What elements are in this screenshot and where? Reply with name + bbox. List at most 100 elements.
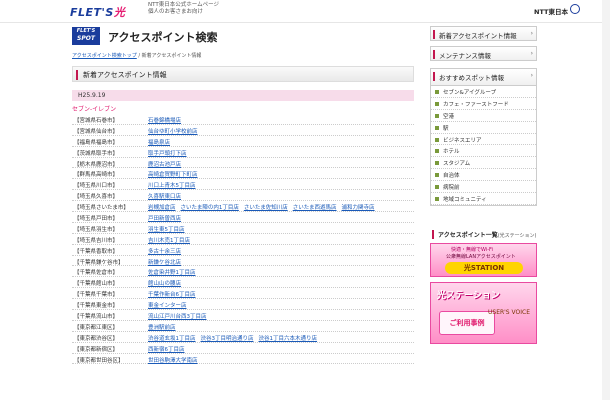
store-link[interactable]: 岩槻加倉店 (148, 205, 176, 211)
ntt-logo-icon (570, 4, 580, 14)
store-link[interactable]: 取手戸頭打下店 (148, 151, 187, 157)
flets-logo[interactable]: FLET'S光 (70, 4, 125, 20)
store-link[interactable]: さいたま佐知川店 (244, 205, 288, 211)
area-label: 【東京都新宿区】 (74, 346, 119, 353)
store-link[interactable]: 高崎倉賀野町下町店 (148, 172, 198, 178)
table-row: 【宮城県石巻市】 石巻錦橋場店 (72, 114, 414, 125)
store-link[interactable]: 川口上青木5丁目店 (148, 183, 196, 189)
sidebar-new-info[interactable]: 新着アクセスポイント情報 › (430, 26, 537, 41)
square-bullet-icon (435, 125, 439, 130)
store-link[interactable]: 西新宿6丁目店 (148, 347, 185, 353)
store-link[interactable]: 仙台ゆ町小学校前店 (148, 129, 198, 135)
store-link[interactable]: 東金インター店 (148, 303, 187, 309)
spot-item[interactable]: カフェ・ファーストフード (431, 98, 536, 110)
spot-item[interactable]: ビジネスエリア (431, 134, 536, 146)
table-row: 【埼玉県羽生市】 羽生東5丁目店 (72, 223, 414, 234)
area-label: 【千葉県佐倉市】 (74, 270, 119, 277)
spot-item-label: ホテル (443, 149, 460, 156)
breadcrumb: アクセスポイント検索トップ / 新着アクセスポイント情報 (72, 53, 202, 59)
spot-item[interactable]: 自治体 (431, 169, 536, 182)
scrollbar[interactable] (602, 0, 610, 400)
store-link[interactable]: 流山江戸川台西3丁目店 (148, 314, 207, 320)
store-link[interactable]: 世田谷駒澤大学南店 (148, 358, 198, 364)
breadcrumb-link-top[interactable]: アクセスポイント検索トップ (72, 53, 137, 59)
area-label: 【千葉県流山市】 (74, 314, 119, 321)
store-links: 川口上青木5丁目店 (148, 181, 201, 189)
store-link[interactable]: さいたま陣の内1丁目店 (181, 205, 239, 211)
square-bullet-icon (435, 161, 439, 166)
store-links: 館山山の腰店 (148, 279, 186, 287)
store-link[interactable]: 渋谷道玄坂1丁目店 (148, 336, 196, 342)
spot-item-label: 地域コミュニティ (443, 197, 487, 204)
table-row: 【東京都新宿区】 西新宿6丁目店 (72, 343, 414, 354)
store-links: 羽生東5丁目店 (148, 225, 190, 233)
area-label: 【東京都世田谷区】 (74, 357, 124, 364)
store-link[interactable]: 新鎌ケ谷北店 (148, 260, 181, 266)
table-row: 【千葉県佐倉市】 佐倉染井野1丁目店 (72, 266, 414, 278)
store-links: 流山江戸川台西3丁目店 (148, 312, 212, 320)
table-row: 【埼玉県久喜市】 久喜駅東口店 (72, 190, 414, 202)
chain-label: セブン-イレブン (72, 106, 117, 113)
flets-spot-logo: FLET'S SPOT (72, 27, 100, 45)
store-link[interactable]: 佐倉染井野1丁目店 (148, 270, 196, 276)
header-caption: NTT東日本公式ホームページ 個人のお客さまお向け (148, 2, 219, 15)
square-bullet-icon (435, 173, 439, 178)
store-link[interactable]: 久喜駅東口店 (148, 194, 181, 200)
spot-item-label: カフェ・ファーストフード (443, 101, 509, 108)
area-label: 【千葉県香取市】 (74, 248, 119, 255)
spot-item[interactable]: スタジアム (431, 157, 536, 170)
store-link[interactable]: 鹿沼古池戸店 (148, 162, 181, 168)
table-row: 【栃木県鹿沼市】 鹿沼古池戸店 (72, 158, 414, 169)
page-title: アクセスポイント検索 (108, 31, 218, 44)
sidebar-maintenance[interactable]: メンテナンス情報 › (430, 46, 537, 61)
store-link[interactable]: 浦和力関寺店 (342, 205, 375, 211)
store-link[interactable]: 羽生東5丁目店 (148, 227, 185, 233)
table-row: 【千葉県香取市】 多古十余三店 (72, 245, 414, 256)
top-header: FLET'S光 NTT東日本公式ホームページ 個人のお客さまお向け NTT東日本 (0, 0, 610, 23)
spot-item[interactable]: セブン&アイグループ (431, 86, 536, 98)
spot-item[interactable]: ホテル (431, 145, 536, 158)
store-link[interactable]: 館山山の腰店 (148, 281, 181, 287)
store-link[interactable]: 渋谷1丁目六本木通り店 (259, 336, 318, 342)
spot-item[interactable]: 病院前 (431, 181, 536, 194)
store-links: 久喜駅東口店 (148, 192, 186, 200)
spot-item[interactable]: 駅 (431, 122, 536, 134)
store-links: 仙台ゆ町小学校前店 (148, 127, 203, 135)
breadcrumb-current: 新着アクセスポイント情報 (141, 53, 202, 59)
store-link[interactable]: 渋谷3丁目明治通り店 (201, 336, 254, 342)
store-link[interactable]: 福島泉店 (148, 140, 170, 146)
area-label: 【千葉県館山市】 (74, 281, 119, 288)
store-link[interactable]: 千葉作新台6丁目店 (148, 292, 196, 298)
area-label: 【埼玉県吉川市】 (74, 237, 119, 244)
area-label: 【千葉県鎌ケ谷市】 (74, 259, 124, 266)
spot-item-label: 自治体 (443, 173, 460, 180)
store-links: 渋谷道玄坂1丁目店 渋谷3丁目明治通り店 渋谷1丁目六本木通り店 (148, 334, 322, 342)
table-row: 【埼玉県さいたま市】 岩槻加倉店 さいたま陣の内1丁目店 さいたま佐知川店 さいたま西遊… (72, 201, 414, 213)
store-link[interactable]: 豊洲駅前店 (148, 325, 176, 331)
table-row: 【福島県福島市】 福島泉店 (72, 136, 414, 147)
chevron-right-icon: › (530, 30, 533, 37)
square-bullet-icon (435, 113, 439, 118)
store-link[interactable]: さいたま西遊馬店 (293, 205, 337, 211)
store-link[interactable]: 多古十余三店 (148, 249, 181, 255)
area-label: 【茨城県取手市】 (74, 150, 119, 157)
area-label: 【宮城県仙台市】 (74, 128, 119, 135)
table-row: 【東京都江東区】 豊洲駅前店 (72, 321, 414, 332)
area-label: 【埼玉県羽生市】 (74, 226, 119, 233)
hikari-station-banner[interactable]: 快適・無線でWi-Fi 公衆無線LANアクセスポイント 光STATION (430, 243, 537, 277)
usage-case-banner[interactable]: 光ステーション ご利用事例 USER'S VOICE (430, 282, 537, 344)
sidebar-recommend[interactable]: おすすめスポット情報 › (430, 68, 537, 86)
store-link[interactable]: 石巻錦橋場店 (148, 118, 181, 124)
square-bullet-icon (435, 197, 439, 202)
store-link[interactable]: 戸田新曽西店 (148, 216, 181, 222)
table-row: 【埼玉県戸田市】 戸田新曽西店 (72, 212, 414, 223)
store-link[interactable]: 吉川木売1丁目店 (148, 238, 190, 244)
spot-item[interactable]: 地域コミュニティ (431, 193, 536, 205)
area-label: 【千葉県東金市】 (74, 303, 119, 310)
table-row: 【宮城県仙台市】 仙台ゆ町小学校前店 (72, 125, 414, 136)
store-links: 豊洲駅前店 (148, 323, 181, 331)
ap-list-heading: アクセスポイント一覧(光ステーション) (430, 228, 537, 240)
spot-item-label: 空港 (443, 113, 455, 120)
spot-item[interactable]: 空港 (431, 110, 536, 122)
ntt-east-logo[interactable]: NTT東日本 (534, 6, 568, 16)
